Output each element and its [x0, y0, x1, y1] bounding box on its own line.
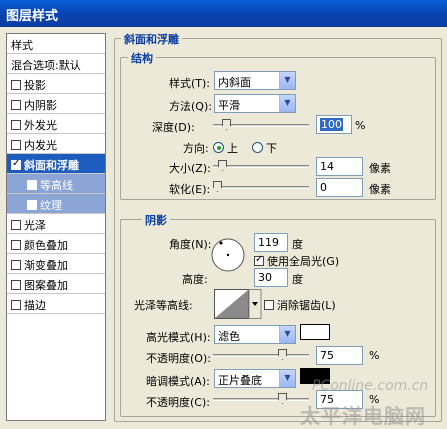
shadow-opacity-input[interactable]: 75 [316, 390, 363, 409]
chevron-down-icon: ▼ [279, 370, 295, 387]
style-item-inner-shadow[interactable]: 内阴影 [7, 94, 105, 114]
highlight-mode-select[interactable]: 滤色 ▼ [214, 325, 296, 344]
technique-label: 方法(Q): [169, 100, 212, 113]
shadow-opacity-unit: % [369, 393, 380, 406]
style-label: 样式(T): [169, 77, 211, 90]
size-label: 大小(Z): [169, 162, 211, 175]
size-slider[interactable] [213, 160, 309, 172]
style-item-outer-glow[interactable]: 外发光 [7, 114, 105, 134]
shadow-mode-label: 暗调模式(A): [146, 375, 210, 388]
stroke-checkbox[interactable] [11, 300, 21, 310]
style-item-drop-shadow[interactable]: 投影 [7, 74, 105, 94]
style-item-texture[interactable]: 纹理 [7, 194, 105, 214]
bevel-emboss-title: 斜面和浮雕 [121, 31, 182, 47]
highlight-opacity-input[interactable]: 75 [316, 346, 363, 365]
drop-shadow-checkbox[interactable] [11, 80, 21, 90]
texture-checkbox[interactable] [27, 200, 37, 210]
style-item-contour[interactable]: 等高线 [7, 174, 105, 194]
style-select[interactable]: 内斜面 ▼ [214, 71, 296, 90]
depth-slider-thumb[interactable] [222, 119, 231, 130]
anti-alias-checkbox[interactable]: 消除锯齿(L) [264, 297, 336, 313]
style-item-gradient-overlay[interactable]: 渐变叠加 [7, 254, 105, 274]
depth-unit: % [355, 119, 366, 132]
angle-input[interactable]: 119 [254, 233, 288, 252]
highlight-opacity-unit: % [369, 349, 380, 362]
depth-label: 深度(D): [152, 121, 195, 134]
technique-select[interactable]: 平滑 ▼ [214, 94, 296, 113]
soften-slider[interactable] [213, 181, 309, 193]
soften-input[interactable]: 0 [316, 178, 363, 197]
shadow-opacity-label: 不透明度(C): [146, 396, 210, 409]
radio-selected-icon [213, 142, 224, 153]
size-slider-thumb[interactable] [218, 160, 227, 171]
altitude-label: 高度: [182, 273, 208, 286]
title-bar: 图层样式 [0, 0, 447, 27]
gloss-contour-picker[interactable] [214, 289, 262, 319]
angle-unit: 度 [292, 238, 303, 251]
blend-options-item[interactable]: 混合选项:默认 [7, 54, 105, 74]
pattern-overlay-checkbox[interactable] [11, 280, 21, 290]
contour-checkbox[interactable] [27, 180, 37, 190]
bevel-emboss-checkbox[interactable] [11, 158, 21, 170]
altitude-input[interactable]: 30 [254, 268, 288, 287]
shadow-opacity-slider[interactable] [213, 393, 309, 405]
highlight-mode-label: 高光模式(H): [146, 331, 211, 344]
soften-label: 软化(E): [169, 183, 211, 196]
style-item-bevel-emboss[interactable]: 斜面和浮雕 [7, 154, 105, 174]
highlight-opacity-slider-thumb[interactable] [278, 349, 287, 360]
shadow-mode-select[interactable]: 正片叠底 ▼ [214, 369, 296, 388]
chevron-down-icon: ▼ [279, 95, 295, 112]
gloss-contour-label: 光泽等高线: [134, 299, 193, 312]
checkbox-icon [264, 300, 274, 310]
style-item-color-overlay[interactable]: 颜色叠加 [7, 234, 105, 254]
style-list-header[interactable]: 样式 [7, 34, 105, 54]
style-item-pattern-overlay[interactable]: 图案叠加 [7, 274, 105, 294]
color-overlay-checkbox[interactable] [11, 240, 21, 250]
shading-title: 阴影 [142, 212, 170, 228]
shadow-color-swatch[interactable] [300, 368, 330, 384]
direction-up-radio[interactable]: 上 [213, 140, 238, 156]
direction-label: 方向: [183, 142, 209, 155]
checkbox-checked-icon [254, 254, 264, 266]
structure-title: 结构 [128, 50, 156, 66]
soften-unit: 像素 [369, 183, 391, 196]
chevron-down-icon: ▼ [279, 72, 295, 89]
angle-dial[interactable] [210, 237, 246, 273]
style-list: 样式 混合选项:默认 投影 内阴影 外发光 内发光 斜面和浮雕 等高线 纹理 光… [6, 33, 106, 421]
soften-slider-thumb[interactable] [213, 181, 222, 192]
size-unit: 像素 [369, 162, 391, 175]
style-item-stroke[interactable]: 描边 [7, 294, 105, 314]
highlight-color-swatch[interactable] [300, 324, 330, 340]
altitude-unit: 度 [292, 273, 303, 286]
satin-checkbox[interactable] [11, 220, 21, 230]
outer-glow-checkbox[interactable] [11, 120, 21, 130]
style-item-satin[interactable]: 光泽 [7, 214, 105, 234]
shadow-opacity-slider-thumb[interactable] [278, 393, 287, 404]
direction-down-radio[interactable]: 下 [252, 140, 277, 156]
chevron-down-icon: ▼ [279, 326, 295, 343]
global-light-checkbox[interactable]: 使用全局光(G) [254, 253, 339, 269]
depth-input[interactable]: 100 [316, 115, 352, 134]
size-input[interactable]: 14 [316, 157, 363, 176]
highlight-opacity-slider[interactable] [213, 349, 309, 361]
inner-shadow-checkbox[interactable] [11, 100, 21, 110]
style-item-inner-glow[interactable]: 内发光 [7, 134, 105, 154]
inner-glow-checkbox[interactable] [11, 140, 21, 150]
angle-label: 角度(N): [169, 238, 212, 251]
depth-slider[interactable] [213, 119, 309, 131]
gradient-overlay-checkbox[interactable] [11, 260, 21, 270]
window-title: 图层样式 [6, 9, 59, 24]
radio-icon [252, 142, 263, 153]
highlight-opacity-label: 不透明度(O): [146, 352, 211, 365]
